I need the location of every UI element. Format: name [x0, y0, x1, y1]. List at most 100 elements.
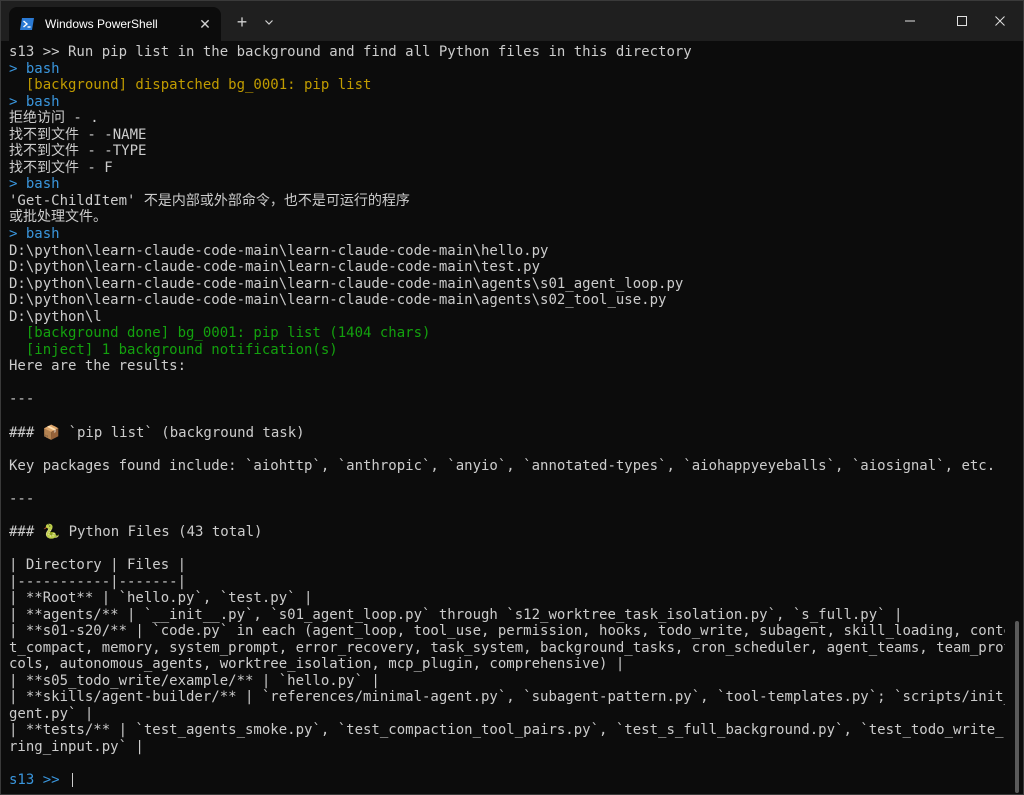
terminal-line: cols, autonomous_agents, worktree_isolat… — [9, 656, 1005, 673]
terminal-line-text: s13 >> — [9, 772, 69, 788]
terminal-line: 拒绝访问 - . — [9, 110, 1005, 127]
terminal-line: [background done] bg_0001: pip list (140… — [9, 325, 1005, 342]
terminal-line-text: > bash — [9, 60, 60, 77]
terminal-line: |-----------|-------| — [9, 574, 1005, 591]
terminal-line-text: |-----------|-------| — [9, 573, 187, 590]
terminal-line: D:\python\learn-claude-code-main\learn-c… — [9, 259, 1005, 276]
terminal-line-text: D:\python\learn-claude-code-main\learn-c… — [9, 275, 684, 292]
new-tab-button[interactable]: + — [231, 11, 253, 33]
terminal-line: > bash — [9, 61, 1005, 78]
terminal-line: ### 🐍 Python Files (43 total) — [9, 524, 1005, 541]
terminal-line-text: 或批处理文件。 — [9, 209, 107, 226]
terminal-line: | **s01-s20/** | `code.py` in each (agen… — [9, 623, 1005, 640]
terminal-line-text: --- — [9, 391, 35, 408]
tab-dropdown-button[interactable] — [259, 11, 279, 33]
terminal-line: 找不到文件 - -NAME — [9, 127, 1005, 144]
terminal-line: --- — [9, 491, 1005, 508]
terminal-output[interactable]: s13 >> Run pip list in the background an… — [9, 44, 1005, 788]
terminal-line: ring_input.py` | — [9, 739, 1005, 756]
terminal-line: D:\python\learn-claude-code-main\learn-c… — [9, 292, 1005, 309]
terminal-line-text: 找不到文件 - F — [9, 159, 113, 176]
terminal-line-text: | **s05_todo_write/example/** | `hello.p… — [9, 672, 380, 689]
terminal-line: 或批处理文件。 — [9, 209, 1005, 226]
terminal-line: 找不到文件 - -TYPE — [9, 143, 1005, 160]
terminal-line-text: | **agents/** | `__init__.py`, `s01_agen… — [9, 606, 903, 623]
terminal-line: s13 >> Run pip list in the background an… — [9, 44, 1005, 61]
terminal-line: | **agents/** | `__init__.py`, `s01_agen… — [9, 607, 1005, 624]
terminal-line: D:\python\l — [9, 309, 1005, 326]
minimize-icon — [905, 20, 915, 22]
tab-windows-powershell[interactable]: Windows PowerShell ✕ — [9, 7, 221, 41]
terminal-line-text: | Directory | Files | — [9, 556, 187, 573]
terminal-line: | **Root** | `hello.py`, `test.py` | — [9, 590, 1005, 607]
terminal-line: | Directory | Files | — [9, 557, 1005, 574]
terminal-line-text: | **Root** | `hello.py`, `test.py` | — [9, 590, 313, 607]
terminal-line-text: D:\python\learn-claude-code-main\learn-c… — [9, 292, 667, 309]
terminal-line-text: [background done] bg_0001: pip list (140… — [9, 325, 431, 342]
close-window-button[interactable] — [977, 1, 1023, 41]
terminal-line: | **skills/agent-builder/** | `reference… — [9, 689, 1005, 706]
terminal-line: Here are the results: — [9, 358, 1005, 375]
terminal-line-text: | **s01-s20/** | `code.py` in each (agen… — [9, 623, 1005, 640]
terminal-line-text: ### 🐍 Python Files (43 total) — [9, 523, 263, 540]
terminal-line: 找不到文件 - F — [9, 160, 1005, 177]
terminal-line: --- — [9, 391, 1005, 408]
terminal-line: 'Get-ChildItem' 不是内部或外部命令，也不是可运行的程序 — [9, 193, 1005, 210]
title-bar[interactable]: Windows PowerShell ✕ + — [1, 1, 1023, 41]
terminal-line-text: D:\python\learn-claude-code-main\learn-c… — [9, 242, 549, 259]
terminal-line-text: cols, autonomous_agents, worktree_isolat… — [9, 656, 625, 673]
terminal-line-text: ### 📦 `pip list` (background task) — [9, 424, 305, 441]
terminal-line-text: Key packages found include: `aiohttp`, `… — [9, 457, 996, 474]
close-icon — [995, 16, 1005, 26]
terminal-line: D:\python\learn-claude-code-main\learn-c… — [9, 243, 1005, 260]
terminal-line-text: 拒绝访问 - . — [9, 110, 99, 127]
minimize-button[interactable] — [887, 1, 933, 41]
terminal-line: [background] dispatched bg_0001: pip lis… — [9, 77, 1005, 94]
text-cursor — [72, 773, 74, 788]
terminal-line-text: ring_input.py` | — [9, 738, 144, 755]
chevron-down-icon — [265, 20, 273, 25]
terminal-line-text: 'Get-ChildItem' 不是内部或外部命令，也不是可运行的程序 — [9, 192, 410, 209]
terminal-line-text: 找不到文件 - -NAME — [9, 126, 147, 143]
terminal-window: Windows PowerShell ✕ + s13 >> Run pip li… — [0, 0, 1024, 795]
terminal-line-text: gent.py` | — [9, 705, 94, 722]
terminal-line-text: [inject] 1 background notification(s) — [9, 341, 338, 358]
terminal-line: | **s05_todo_write/example/** | `hello.p… — [9, 673, 1005, 690]
terminal-line-text: Here are the results: — [9, 358, 187, 375]
scrollbar-thumb[interactable] — [1015, 621, 1019, 793]
terminal-line: | **tests/** | `test_agents_smoke.py`, `… — [9, 722, 1005, 739]
terminal-line-text: | **tests/** | `test_agents_smoke.py`, `… — [9, 722, 1005, 739]
terminal-line-text: > bash — [9, 226, 60, 243]
terminal-line: > bash — [9, 94, 1005, 111]
terminal-line-text: [background] dispatched bg_0001: pip lis… — [9, 77, 372, 94]
terminal-line-text: t_compact, memory, system_prompt, error_… — [9, 639, 1005, 656]
input-prompt-line[interactable]: s13 >> — [9, 772, 1005, 788]
close-tab-button[interactable]: ✕ — [195, 14, 215, 34]
terminal-line: > bash — [9, 226, 1005, 243]
terminal-line-text: 找不到文件 - -TYPE — [9, 143, 147, 160]
maximize-icon — [957, 16, 967, 26]
terminal-line-text: | **skills/agent-builder/** | `reference… — [9, 689, 1005, 706]
terminal-line: D:\python\learn-claude-code-main\learn-c… — [9, 276, 1005, 293]
terminal-line-text: s13 >> Run pip list in the background an… — [9, 44, 692, 60]
terminal-line: t_compact, memory, system_prompt, error_… — [9, 640, 1005, 657]
terminal-line: Key packages found include: `aiohttp`, `… — [9, 458, 1005, 475]
powershell-icon — [19, 16, 35, 32]
terminal-line: ### 📦 `pip list` (background task) — [9, 425, 1005, 442]
terminal-line: > bash — [9, 176, 1005, 193]
terminal-line-text: D:\python\learn-claude-code-main\learn-c… — [9, 259, 541, 276]
terminal-line-text: > bash — [9, 176, 60, 193]
terminal-line: gent.py` | — [9, 706, 1005, 723]
terminal-line-text: D:\python\l — [9, 308, 102, 325]
tab-title: Windows PowerShell — [45, 17, 158, 31]
terminal-line-text: --- — [9, 490, 35, 507]
terminal-line-text: > bash — [9, 93, 60, 110]
terminal-line: [inject] 1 background notification(s) — [9, 342, 1005, 359]
